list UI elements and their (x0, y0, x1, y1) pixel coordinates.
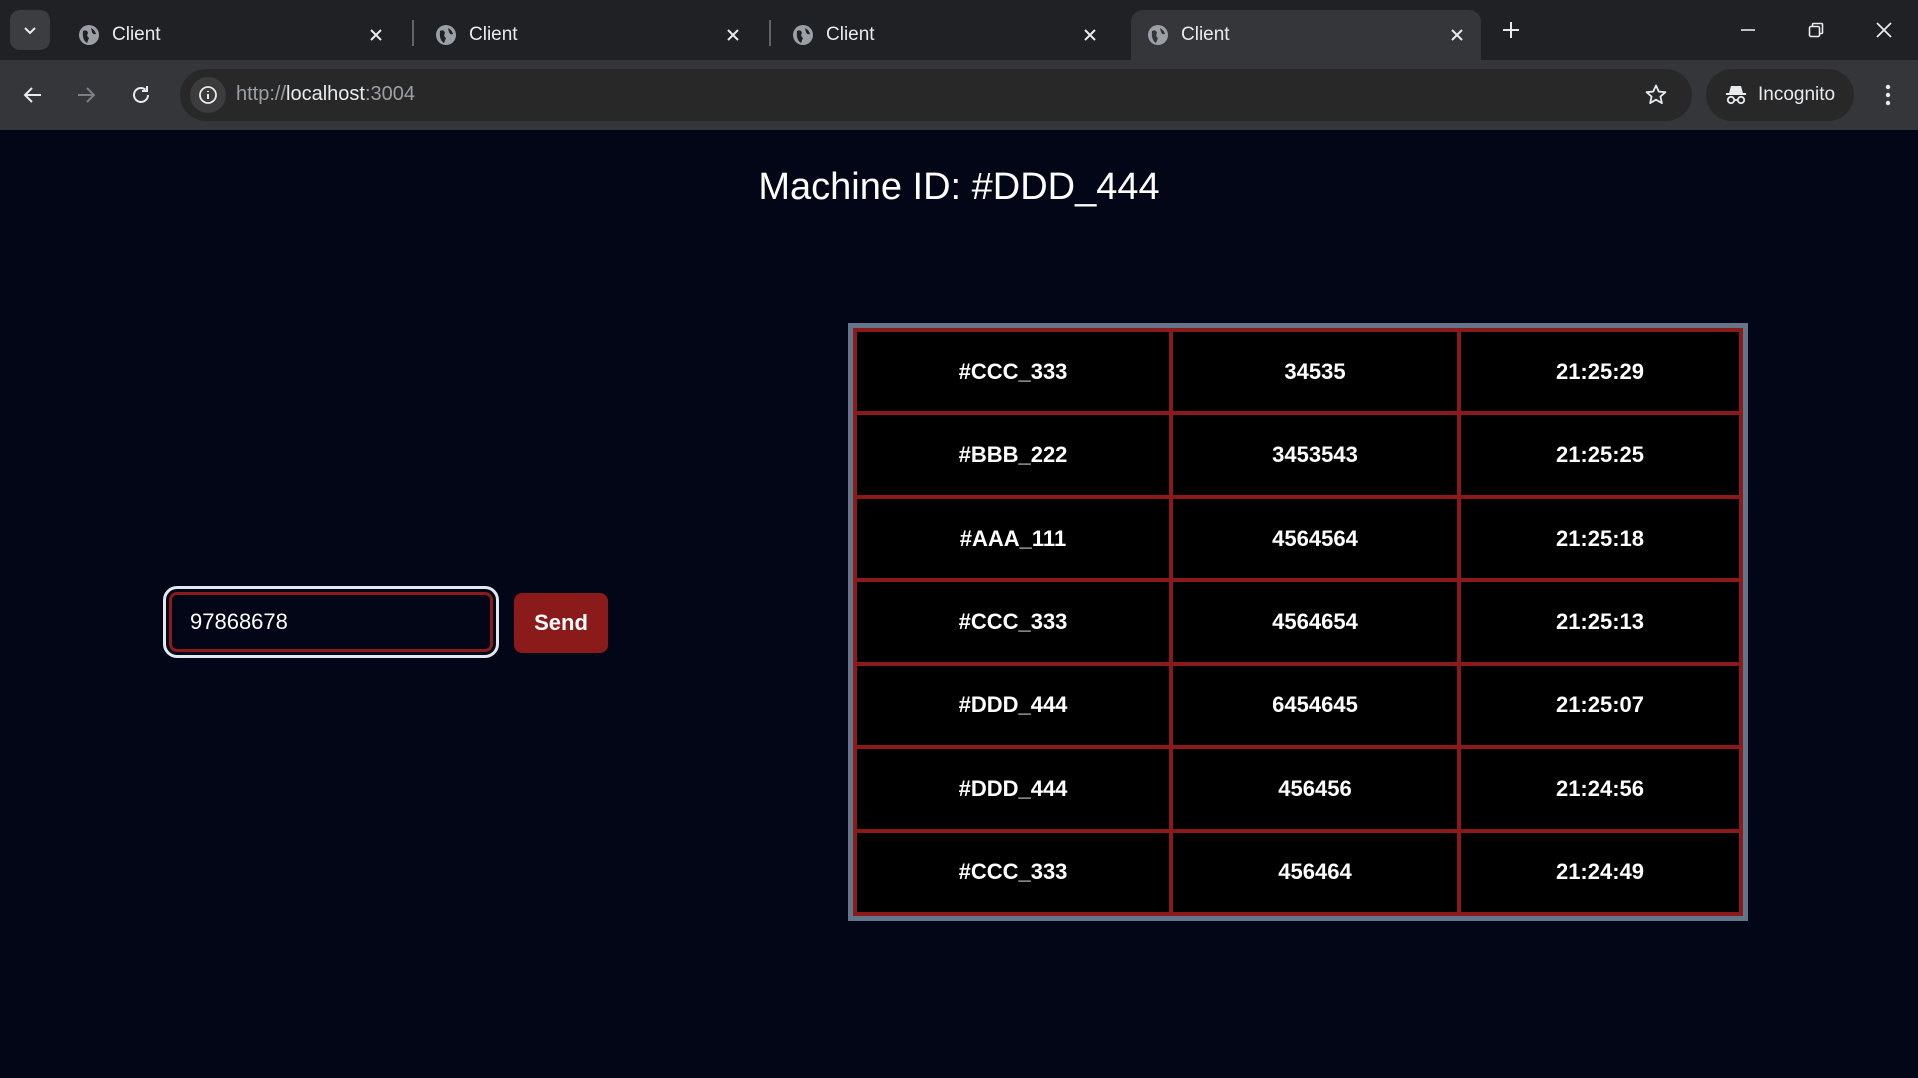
minimize-button[interactable] (1718, 10, 1778, 50)
window-close-button[interactable] (1854, 10, 1914, 50)
messages-table: #CCC_333 34535 21:25:29 #BBB_222 3453543… (848, 323, 1748, 921)
close-icon[interactable] (1078, 23, 1102, 47)
cell-time: 21:25:07 (1457, 661, 1743, 750)
cell-time: 21:24:49 (1457, 828, 1743, 917)
incognito-icon (1726, 86, 1746, 105)
tab-title: Client (1181, 24, 1230, 45)
cell-value: 34535 (1169, 327, 1461, 416)
new-tab-icon (1503, 22, 1519, 38)
site-info-icon (199, 86, 217, 104)
cell-time: 21:25:29 (1457, 327, 1743, 416)
table-row: #CCC_333 456464 21:24:49 (853, 828, 1743, 917)
table-row: #BBB_222 3453543 21:25:25 (853, 411, 1743, 499)
table-row: #CCC_333 4564654 21:25:13 (853, 578, 1743, 666)
cell-value: 3453543 (1169, 411, 1461, 499)
table-row: #DDD_444 456456 21:24:56 (853, 745, 1743, 833)
browser-toolbar: http://localhost:3004 Incognito (0, 60, 1918, 130)
url-host: localhost (286, 83, 365, 105)
tab-strip: Client Client Client Client (0, 0, 1918, 60)
cell-value: 456464 (1169, 828, 1461, 917)
table-row: #CCC_333 34535 21:25:29 (853, 327, 1743, 416)
reload-button[interactable] (122, 76, 160, 114)
globe-icon (793, 25, 813, 45)
cell-machine-id: #CCC_333 (853, 327, 1173, 416)
message-input[interactable] (163, 586, 499, 658)
cell-machine-id: #AAA_111 (853, 494, 1173, 583)
tab-title: Client (826, 24, 875, 45)
close-icon[interactable] (364, 23, 388, 47)
cell-time: 21:24:56 (1457, 745, 1743, 833)
reload-icon (133, 86, 149, 103)
cell-value: 4564564 (1169, 494, 1461, 583)
url-scheme: http:// (236, 83, 287, 105)
chevron-down-icon (24, 27, 36, 35)
tab-separator (769, 20, 771, 46)
tab-separator (412, 20, 414, 46)
tab-client-1[interactable]: Client (62, 10, 400, 60)
tab-client-2[interactable]: Client (419, 10, 757, 60)
cell-value: 456456 (1169, 745, 1461, 833)
cell-value: 4564654 (1169, 578, 1461, 666)
tab-client-3[interactable]: Client (776, 10, 1114, 60)
minimize-icon (1741, 29, 1755, 31)
tab-title: Client (112, 24, 161, 45)
messages-table-grid: #CCC_333 34535 21:25:29 #BBB_222 3453543… (853, 327, 1743, 917)
send-button[interactable]: Send (514, 593, 608, 653)
close-icon[interactable] (721, 23, 745, 47)
cell-machine-id: #CCC_333 (853, 578, 1173, 666)
close-icon[interactable] (1445, 23, 1469, 47)
cell-machine-id: #BBB_222 (853, 411, 1173, 499)
back-icon (23, 87, 41, 103)
forward-button[interactable] (67, 76, 105, 114)
url-port: :3004 (364, 83, 416, 105)
window-close-icon (1876, 22, 1892, 38)
cell-machine-id: #DDD_444 (853, 661, 1173, 750)
menu-icon (1885, 84, 1891, 106)
tab-title: Client (469, 24, 518, 45)
globe-icon (1148, 25, 1168, 45)
incognito-label: Incognito (1758, 84, 1836, 105)
cell-time: 21:25:25 (1457, 411, 1743, 499)
restore-icon (1808, 22, 1824, 38)
globe-icon (79, 25, 99, 45)
globe-icon (436, 25, 456, 45)
page-content: Machine ID: #DDD_444 Send #CCC_333 34535… (0, 130, 1918, 1078)
bookmark-star-icon (1645, 84, 1667, 104)
tab-search-button[interactable] (10, 10, 50, 50)
cell-machine-id: #DDD_444 (853, 745, 1173, 833)
cell-value: 6454645 (1169, 661, 1461, 750)
back-button[interactable] (14, 76, 52, 114)
cell-time: 21:25:13 (1457, 578, 1743, 666)
address-bar[interactable]: http://localhost:3004 (180, 69, 1692, 121)
new-tab-button[interactable] (1496, 15, 1526, 45)
cell-time: 21:25:18 (1457, 494, 1743, 583)
incognito-indicator[interactable]: Incognito (1706, 69, 1854, 121)
cell-machine-id: #CCC_333 (853, 828, 1173, 917)
url-text[interactable]: http://localhost:3004 (236, 83, 415, 106)
table-row: #AAA_111 4564564 21:25:18 (853, 494, 1743, 583)
browser-menu-button[interactable] (1872, 76, 1904, 114)
site-info-button[interactable] (190, 77, 226, 113)
page-title: Machine ID: #DDD_444 (758, 166, 1160, 208)
forward-icon (78, 87, 96, 103)
tab-client-4[interactable]: Client (1131, 10, 1481, 60)
table-row: #DDD_444 6454645 21:25:07 (853, 661, 1743, 750)
restore-button[interactable] (1786, 10, 1846, 50)
bookmark-button[interactable] (1642, 81, 1670, 109)
